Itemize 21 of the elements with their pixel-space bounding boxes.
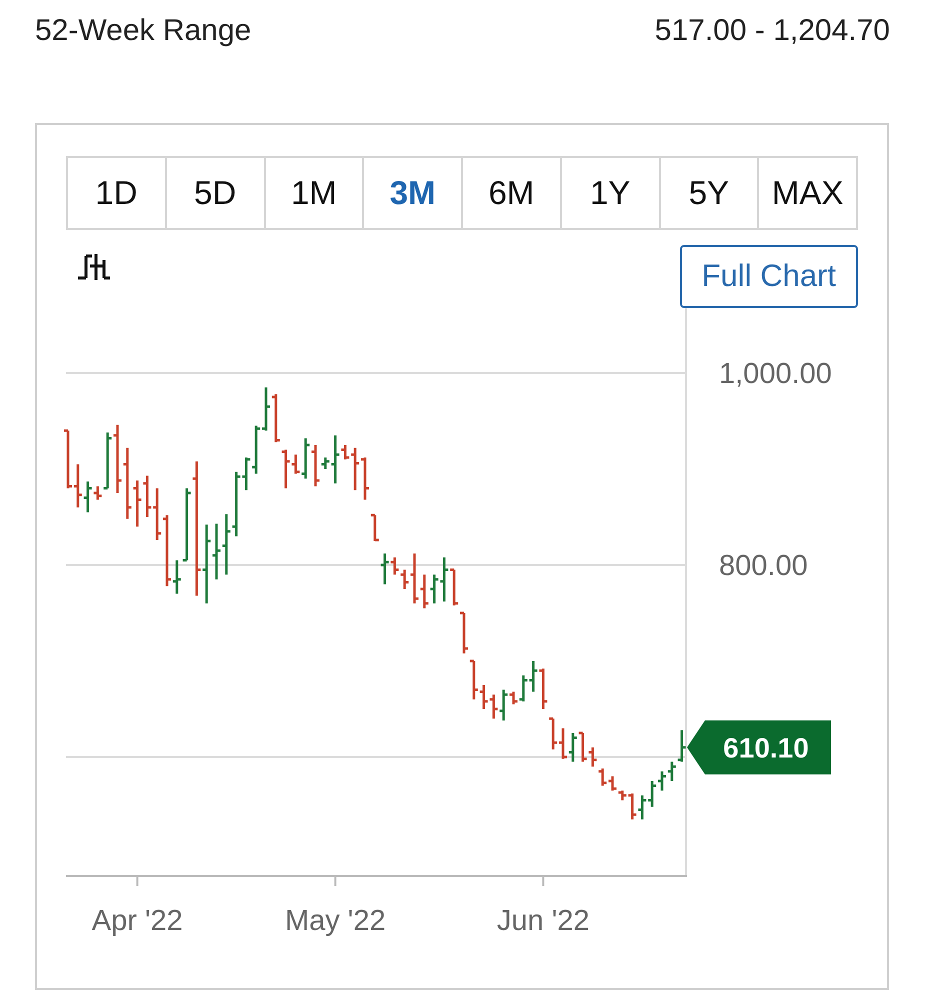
axis-tick	[136, 876, 138, 886]
full-chart-button[interactable]: Full Chart	[680, 245, 858, 308]
axis-tick	[542, 876, 544, 886]
range-label: 52-Week Range	[35, 12, 252, 48]
period-tab[interactable]: 1D	[68, 158, 167, 228]
axis-tick	[334, 876, 336, 886]
range-value: 517.00 - 1,204.70	[654, 12, 890, 48]
period-tab[interactable]: 5D	[166, 158, 266, 228]
period-tab[interactable]: 1Y	[562, 158, 660, 228]
x-axis-label: Jun '22	[496, 905, 590, 937]
period-tab[interactable]: MAX	[759, 158, 856, 228]
price-tag: 610.10	[687, 720, 831, 774]
y-axis-label: 1,000.00	[719, 358, 832, 390]
bar-chart-type-icon[interactable]	[76, 252, 112, 282]
y-axis-label: 800.00	[719, 550, 808, 582]
period-tab[interactable]: 1M	[266, 158, 364, 228]
x-axis-label: May '22	[284, 905, 386, 937]
period-tab[interactable]: 3M	[364, 158, 463, 228]
x-axis-label: Apr '22	[92, 905, 183, 937]
period-tab[interactable]: 5Y	[660, 158, 760, 228]
period-tab[interactable]: 6M	[463, 158, 562, 228]
